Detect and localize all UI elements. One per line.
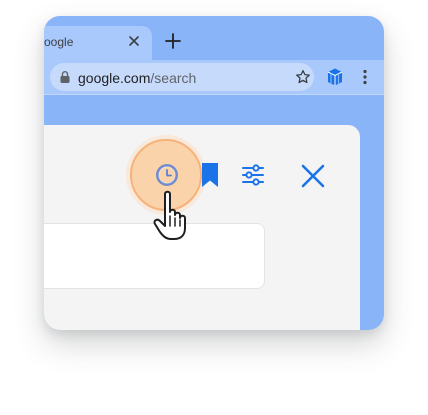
clock-icon[interactable]	[154, 162, 180, 188]
three-dots-vertical-icon[interactable]	[362, 69, 368, 85]
browser-tab[interactable]: oogle	[44, 26, 152, 60]
hand-pointer-cursor	[153, 190, 186, 240]
extension-cube-icon[interactable]	[324, 66, 346, 88]
tune-sliders-icon[interactable]	[241, 163, 265, 187]
close-x-icon[interactable]	[300, 163, 326, 189]
stage: oogle google.com/search	[0, 0, 428, 415]
close-icon[interactable]	[127, 34, 141, 48]
tab-title: oogle	[44, 35, 74, 49]
toolbar-divider	[44, 94, 384, 95]
url-host: google.com	[78, 70, 151, 86]
browser-toolbar: google.com/search	[44, 60, 384, 94]
side-panel	[44, 125, 360, 330]
star-outline-icon[interactable]	[295, 69, 311, 85]
plus-icon[interactable]	[164, 32, 182, 50]
address-bar[interactable]: google.com/search	[50, 63, 314, 91]
url-path: /search	[150, 70, 197, 86]
lock-icon	[60, 71, 70, 83]
bookmark-icon[interactable]	[200, 162, 220, 188]
url-text: google.com/search	[78, 70, 196, 86]
